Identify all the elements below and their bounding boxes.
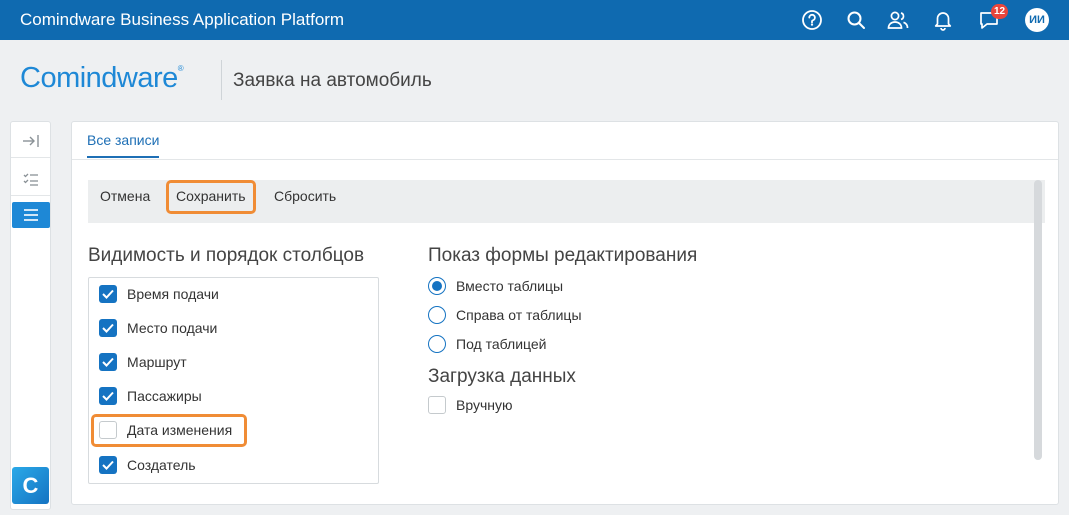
toolbar: Отмена Сохранить Сбросить — [88, 180, 1045, 223]
column-item-label: Пассажиры — [127, 388, 202, 404]
radio-option[interactable]: Справа от таблицы — [428, 304, 582, 326]
column-item[interactable]: Создатель — [99, 453, 196, 477]
cancel-button[interactable]: Отмена — [100, 188, 150, 210]
radio-option-label: Под таблицей — [456, 336, 547, 352]
tab-bar: Все записи — [72, 122, 1058, 160]
data-load-section-title: Загрузка данных — [428, 366, 576, 387]
checkbox-checked-icon[interactable] — [99, 285, 117, 303]
search-icon[interactable] — [844, 8, 868, 32]
column-item[interactable]: Место подачи — [99, 316, 217, 340]
scrollbar-thumb[interactable] — [1034, 180, 1042, 460]
page-title: Заявка на автомобиль — [233, 70, 432, 91]
main-panel: Все записи Отмена Сохранить Сбросить Вид… — [71, 121, 1059, 505]
save-button[interactable]: Сохранить — [166, 180, 256, 214]
header-divider — [221, 60, 222, 100]
collapse-sidebar-icon[interactable] — [12, 128, 49, 154]
checkbox-unchecked-icon[interactable] — [428, 396, 446, 414]
left-sidebar: C — [10, 121, 51, 510]
radio-option[interactable]: Под таблицей — [428, 333, 547, 355]
scrollbar[interactable] — [1034, 180, 1042, 460]
radio-unselected-icon[interactable] — [428, 306, 446, 324]
column-item-label: Создатель — [127, 457, 196, 473]
checkbox-checked-icon[interactable] — [99, 319, 117, 337]
help-icon[interactable] — [800, 8, 824, 32]
manual-load-label: Вручную — [456, 397, 513, 413]
checkbox-checked-icon[interactable] — [99, 353, 117, 371]
notification-badge: 12 — [991, 4, 1009, 19]
task-list-icon[interactable] — [12, 166, 49, 192]
column-item-label: Место подачи — [127, 320, 218, 336]
radio-option-label: Вместо таблицы — [456, 278, 564, 294]
radio-option-label: Справа от таблицы — [456, 307, 582, 323]
app-title: Comindware Business Application Platform — [20, 10, 345, 29]
columns-list: Время подачи Место подачи Маршрут Пассаж… — [88, 277, 379, 484]
column-item[interactable]: Пассажиры — [99, 384, 202, 408]
sidebar-divider — [11, 195, 50, 196]
checkbox-checked-icon[interactable] — [99, 456, 117, 474]
checkbox-checked-icon[interactable] — [99, 387, 117, 405]
comindware-c-logo-icon[interactable]: C — [12, 467, 49, 504]
users-icon[interactable] — [886, 8, 910, 32]
radio-unselected-icon[interactable] — [428, 335, 446, 353]
list-view-icon[interactable] — [12, 202, 50, 228]
column-item[interactable]: Время подачи — [99, 282, 219, 306]
highlight-frame — [91, 414, 247, 447]
tab-all-records[interactable]: Все записи — [87, 132, 160, 158]
manual-load-option[interactable]: Вручную — [428, 394, 513, 416]
avatar[interactable]: ИИ — [1025, 8, 1049, 32]
brand-logo: Comindware® — [20, 62, 184, 95]
top-bar: Comindware Business Application Platform… — [0, 0, 1069, 40]
edit-form-section-title: Показ формы редактирования — [428, 245, 698, 266]
radio-selected-icon[interactable] — [428, 277, 446, 295]
radio-option[interactable]: Вместо таблицы — [428, 275, 563, 297]
column-item-label: Время подачи — [127, 286, 219, 302]
column-item-label: Маршрут — [127, 354, 187, 370]
reset-button[interactable]: Сбросить — [274, 188, 336, 210]
logo-text: Comindware — [20, 62, 178, 94]
column-item[interactable]: Маршрут — [99, 350, 187, 374]
bell-icon[interactable] — [931, 8, 955, 32]
logo-registered-mark: ® — [177, 64, 184, 73]
columns-section-title: Видимость и порядок столбцов — [88, 245, 365, 266]
sidebar-divider — [11, 157, 50, 158]
